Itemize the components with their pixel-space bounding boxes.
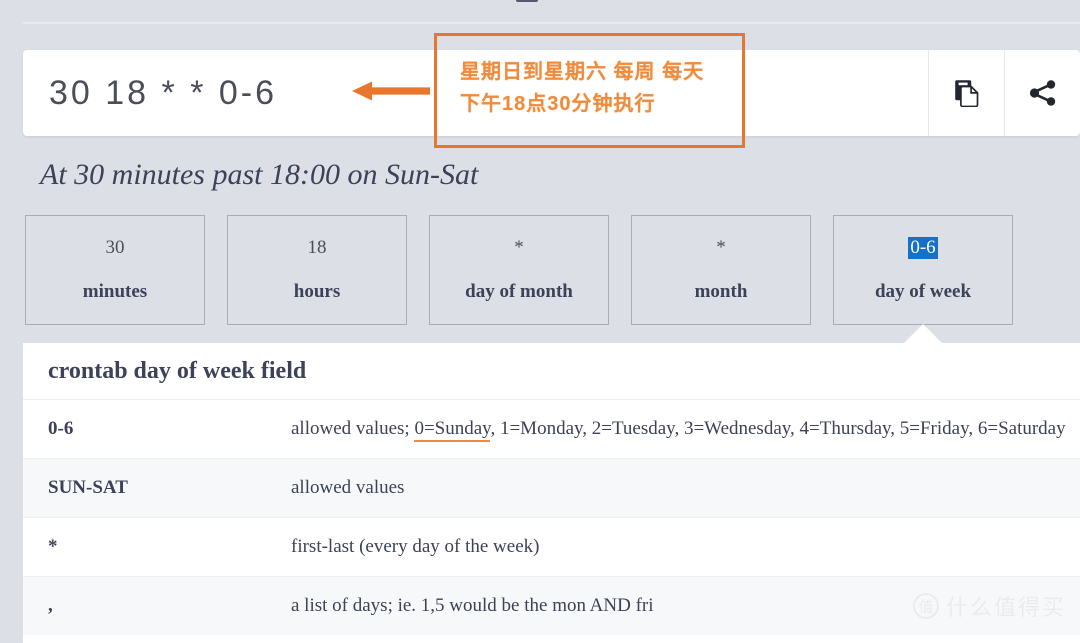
annotation-line-1: 星期日到星期六 每周 每天 — [460, 61, 705, 83]
table-row: 0-6 allowed values; 0=Sunday, 1=Monday, 2… — [23, 399, 1080, 459]
table-cell-description: allowed values — [281, 459, 1080, 518]
description-text: first-last (every day of the week) — [291, 536, 540, 557]
field-card-month[interactable]: * month — [631, 215, 811, 325]
table-cell-description: first-last (every day of the week) — [281, 518, 1080, 577]
table-cell-key: * — [48, 536, 58, 557]
annotation-text: 星期日到星期六 每周 每天 下午18点30分钟执行 — [460, 56, 730, 120]
table-row: * first-last (every day of the week) — [23, 517, 1080, 577]
table-cell-key: , — [48, 595, 53, 616]
cut-off-element-top — [516, 0, 538, 2]
table-cell-description: allowed values; 0=Sunday, 1=Monday, 2=Tu… — [281, 400, 1080, 459]
description-text: allowed values; — [291, 418, 415, 439]
field-card-day-of-month[interactable]: * day of month — [429, 215, 609, 325]
field-card-label: hours — [293, 281, 341, 302]
share-button[interactable] — [1004, 50, 1080, 136]
description-text: a list of days; ie. 1,5 would be the mon… — [291, 595, 654, 616]
description-text-cont: , 1=Monday, 2=Tuesday, 3=Wednesday, 4=Th… — [490, 418, 1066, 439]
left-arrow-icon — [352, 81, 430, 106]
highlighted-value: 0=Sunday — [414, 418, 491, 442]
field-card-value: 30 — [105, 237, 125, 258]
annotation-arrow — [352, 80, 430, 102]
field-card-label: day of week — [874, 281, 972, 302]
field-card-minutes[interactable]: 30 minutes — [25, 215, 205, 325]
table-cell-key: 0-6 — [48, 418, 74, 439]
annotation-line-2: 下午18点30分钟执行 — [460, 93, 656, 115]
field-card-value: * — [716, 237, 726, 258]
description-text: allowed values — [291, 477, 405, 498]
field-card-value: * — [514, 237, 524, 258]
field-card-hours[interactable]: 18 hours — [227, 215, 407, 325]
watermark-text: 什么值得买 — [945, 595, 1066, 620]
field-card-label: minutes — [82, 281, 148, 302]
schedule-description: At 30 minutes past 18:00 on Sun-Sat — [40, 158, 479, 191]
watermark-badge: 值 — [912, 593, 939, 619]
copy-button[interactable] — [928, 50, 1004, 136]
watermark: 值 什么值得买 — [912, 590, 1066, 622]
field-card-value: 0-6 — [908, 237, 938, 259]
copy-document-icon — [954, 79, 980, 107]
panel-title: crontab day of week field — [48, 358, 307, 384]
cron-field-cards: 30 minutes 18 hours * day of month * month 0-6 da… — [25, 215, 1080, 343]
top-divider — [23, 22, 1080, 24]
table-cell-key: SUN-SAT — [48, 477, 128, 498]
field-card-label: day of month — [465, 281, 573, 302]
field-card-label: month — [694, 281, 748, 302]
share-icon — [1029, 79, 1057, 107]
active-card-pointer — [904, 324, 942, 343]
table-row: SUN-SAT allowed values — [23, 458, 1080, 518]
field-card-value: 18 — [307, 237, 327, 258]
field-card-day-of-week[interactable]: 0-6 day of week — [833, 215, 1013, 343]
